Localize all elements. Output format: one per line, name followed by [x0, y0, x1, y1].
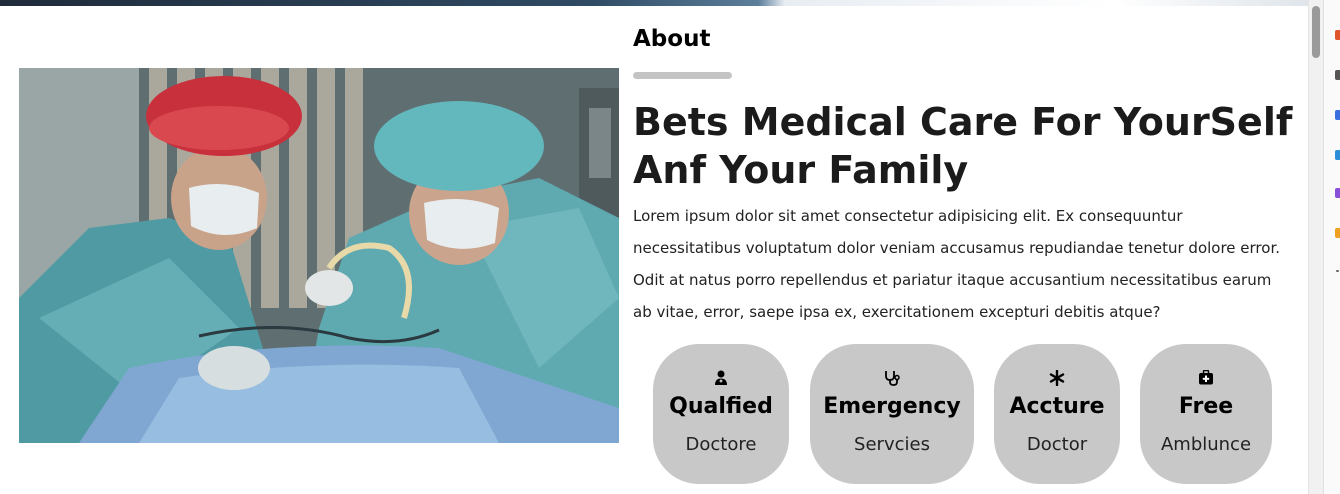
scrollbar-thumb[interactable] — [1312, 6, 1320, 58]
page-headline: Bets Medical Care For YourSelf Anf Your … — [633, 100, 1293, 192]
feature-title: Accture — [1009, 394, 1105, 419]
about-heading: About — [633, 26, 711, 52]
feature-subtitle: Doctor — [1026, 434, 1088, 455]
surgeons-photo — [19, 68, 619, 443]
extension-icon[interactable] — [1335, 188, 1340, 198]
doctor-icon — [653, 370, 789, 386]
feature-subtitle: Servcies — [854, 434, 930, 455]
feature-title: Qualfied — [669, 394, 773, 419]
add-icon[interactable] — [1336, 270, 1339, 272]
feature-free-ambulance: Free Amblunce — [1140, 344, 1272, 484]
feature-qualified-doctor: Qualfied Doctore — [653, 344, 789, 484]
extension-icon[interactable] — [1335, 30, 1340, 40]
about-paragraph: Lorem ipsum dolor sit amet consectetur a… — [633, 207, 1281, 321]
asterisk-icon — [994, 370, 1120, 386]
feature-title: Emergency — [823, 394, 961, 419]
page-scrollbar[interactable] — [1308, 0, 1323, 494]
hero-image-bottom-edge — [0, 0, 1308, 6]
feature-subtitle: Doctore — [685, 434, 757, 455]
extension-icon[interactable] — [1335, 70, 1340, 80]
feature-emergency-services: Emergency Servcies — [810, 344, 974, 484]
extension-icon[interactable] — [1335, 228, 1340, 238]
feature-title: Free — [1178, 394, 1234, 419]
extension-icon[interactable] — [1335, 110, 1340, 120]
feature-subtitle: Amblunce — [1160, 434, 1252, 455]
extension-icon[interactable] — [1335, 150, 1340, 160]
heading-underline — [633, 72, 732, 79]
browser-side-panel — [1323, 0, 1340, 494]
feature-accurate-doctor: Accture Doctor — [994, 344, 1120, 484]
stethoscope-icon — [810, 370, 974, 386]
first-aid-kit-icon — [1140, 370, 1272, 386]
